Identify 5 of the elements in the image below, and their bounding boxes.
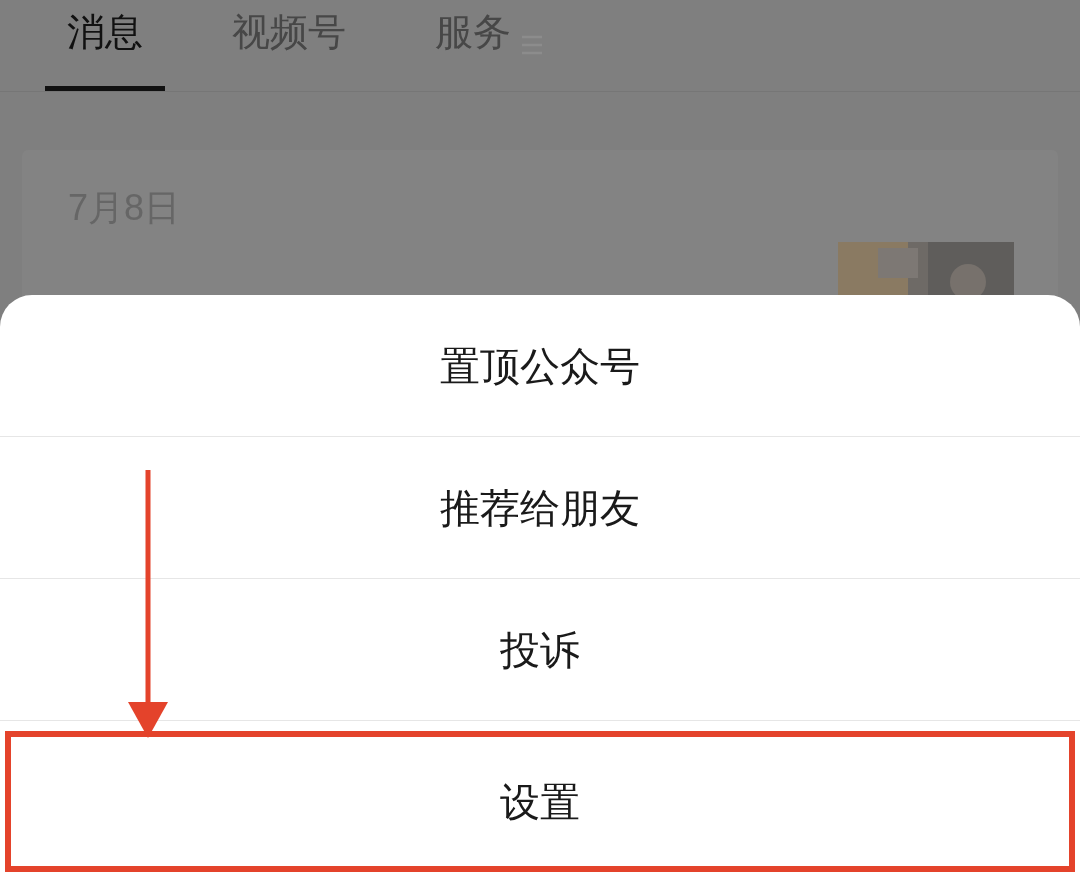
menu-item[interactable]: 投诉 xyxy=(0,579,1080,720)
menu-item[interactable]: 设置 xyxy=(5,731,1075,872)
tab[interactable]: 消息 xyxy=(45,0,165,91)
menu-item[interactable]: 推荐给朋友 xyxy=(0,437,1080,578)
menu-item[interactable]: 置顶公众号 xyxy=(0,295,1080,436)
